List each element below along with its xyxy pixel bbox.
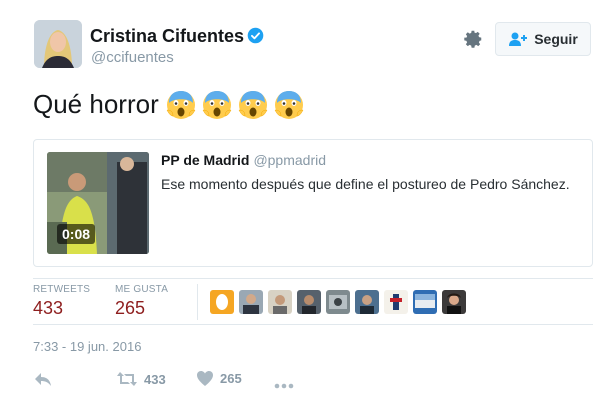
liker-avatar[interactable] bbox=[239, 290, 263, 314]
likes-count: 265 bbox=[115, 298, 146, 318]
quoted-tweet[interactable]: 0:08 PP de Madrid @ppmadrid Ese momento d… bbox=[33, 139, 593, 267]
divider bbox=[197, 284, 198, 320]
retweets-count: 433 bbox=[33, 298, 64, 318]
gear-icon[interactable] bbox=[462, 28, 484, 50]
retweet-icon bbox=[117, 372, 137, 386]
reply-button[interactable] bbox=[33, 370, 53, 393]
follow-button[interactable]: Seguir bbox=[495, 22, 591, 56]
quoted-handle: @ppmadrid bbox=[253, 152, 327, 168]
user-name[interactable]: Cristina Cifuentes bbox=[90, 26, 244, 47]
video-duration: 0:08 bbox=[57, 224, 96, 244]
like-button[interactable]: 265 bbox=[196, 370, 242, 387]
add-user-icon bbox=[509, 32, 528, 46]
liker-avatar[interactable] bbox=[210, 290, 234, 314]
retweets-label: RETWEETS bbox=[33, 284, 91, 295]
quoted-name: PP de Madrid bbox=[161, 152, 250, 168]
more-dots-icon bbox=[274, 383, 294, 389]
like-count: 265 bbox=[220, 371, 242, 386]
follow-label: Seguir bbox=[534, 31, 578, 47]
liker-avatar[interactable] bbox=[326, 290, 350, 314]
emoji-group bbox=[165, 88, 305, 120]
face-screaming-in-fear-icon bbox=[202, 91, 232, 119]
divider bbox=[33, 278, 593, 279]
face-screaming-in-fear-icon bbox=[238, 91, 268, 119]
heart-icon bbox=[197, 371, 213, 386]
quoted-text: Ese momento después que define el postur… bbox=[161, 176, 570, 192]
avatar[interactable] bbox=[34, 20, 82, 68]
tweet-text-content: Qué horror bbox=[33, 88, 159, 119]
verified-badge-icon bbox=[247, 27, 264, 44]
divider bbox=[33, 324, 593, 325]
liker-avatar[interactable] bbox=[442, 290, 466, 314]
face-screaming-in-fear-icon bbox=[274, 91, 304, 119]
liker-avatar[interactable] bbox=[297, 290, 321, 314]
liker-avatar[interactable] bbox=[268, 290, 292, 314]
tweet-timestamp[interactable]: 7:33 - 19 jun. 2016 bbox=[33, 339, 141, 354]
likes-label: ME GUSTA bbox=[115, 284, 169, 295]
tweet-text: Qué horror bbox=[33, 88, 305, 120]
video-thumbnail[interactable]: 0:08 bbox=[47, 152, 149, 254]
quoted-author[interactable]: PP de Madrid @ppmadrid bbox=[161, 152, 326, 168]
user-handle[interactable]: @ccifuentes bbox=[91, 49, 174, 66]
liker-avatars bbox=[210, 290, 466, 314]
liker-avatar[interactable] bbox=[384, 290, 408, 314]
retweet-button[interactable]: 433 bbox=[116, 370, 166, 388]
liker-avatar[interactable] bbox=[355, 290, 379, 314]
retweet-count: 433 bbox=[144, 371, 166, 387]
face-screaming-in-fear-icon bbox=[166, 91, 196, 119]
liker-avatar[interactable] bbox=[413, 290, 437, 314]
likes-stat[interactable]: ME GUSTA 265 bbox=[115, 284, 168, 319]
retweets-stat[interactable]: RETWEETS 433 bbox=[33, 284, 90, 319]
reply-icon bbox=[35, 373, 51, 386]
more-button[interactable] bbox=[274, 376, 294, 394]
